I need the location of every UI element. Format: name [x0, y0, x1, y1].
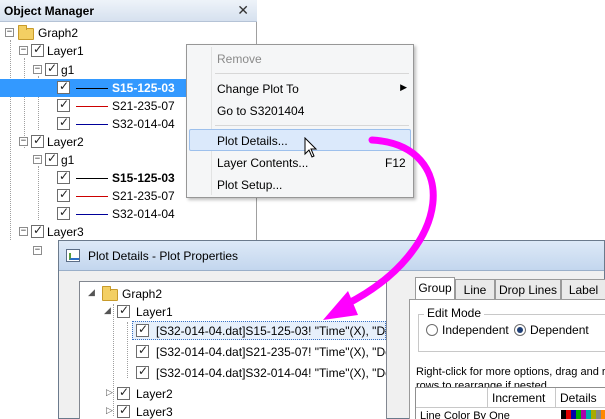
- pointer-arrow-graphic: [323, 136, 437, 320]
